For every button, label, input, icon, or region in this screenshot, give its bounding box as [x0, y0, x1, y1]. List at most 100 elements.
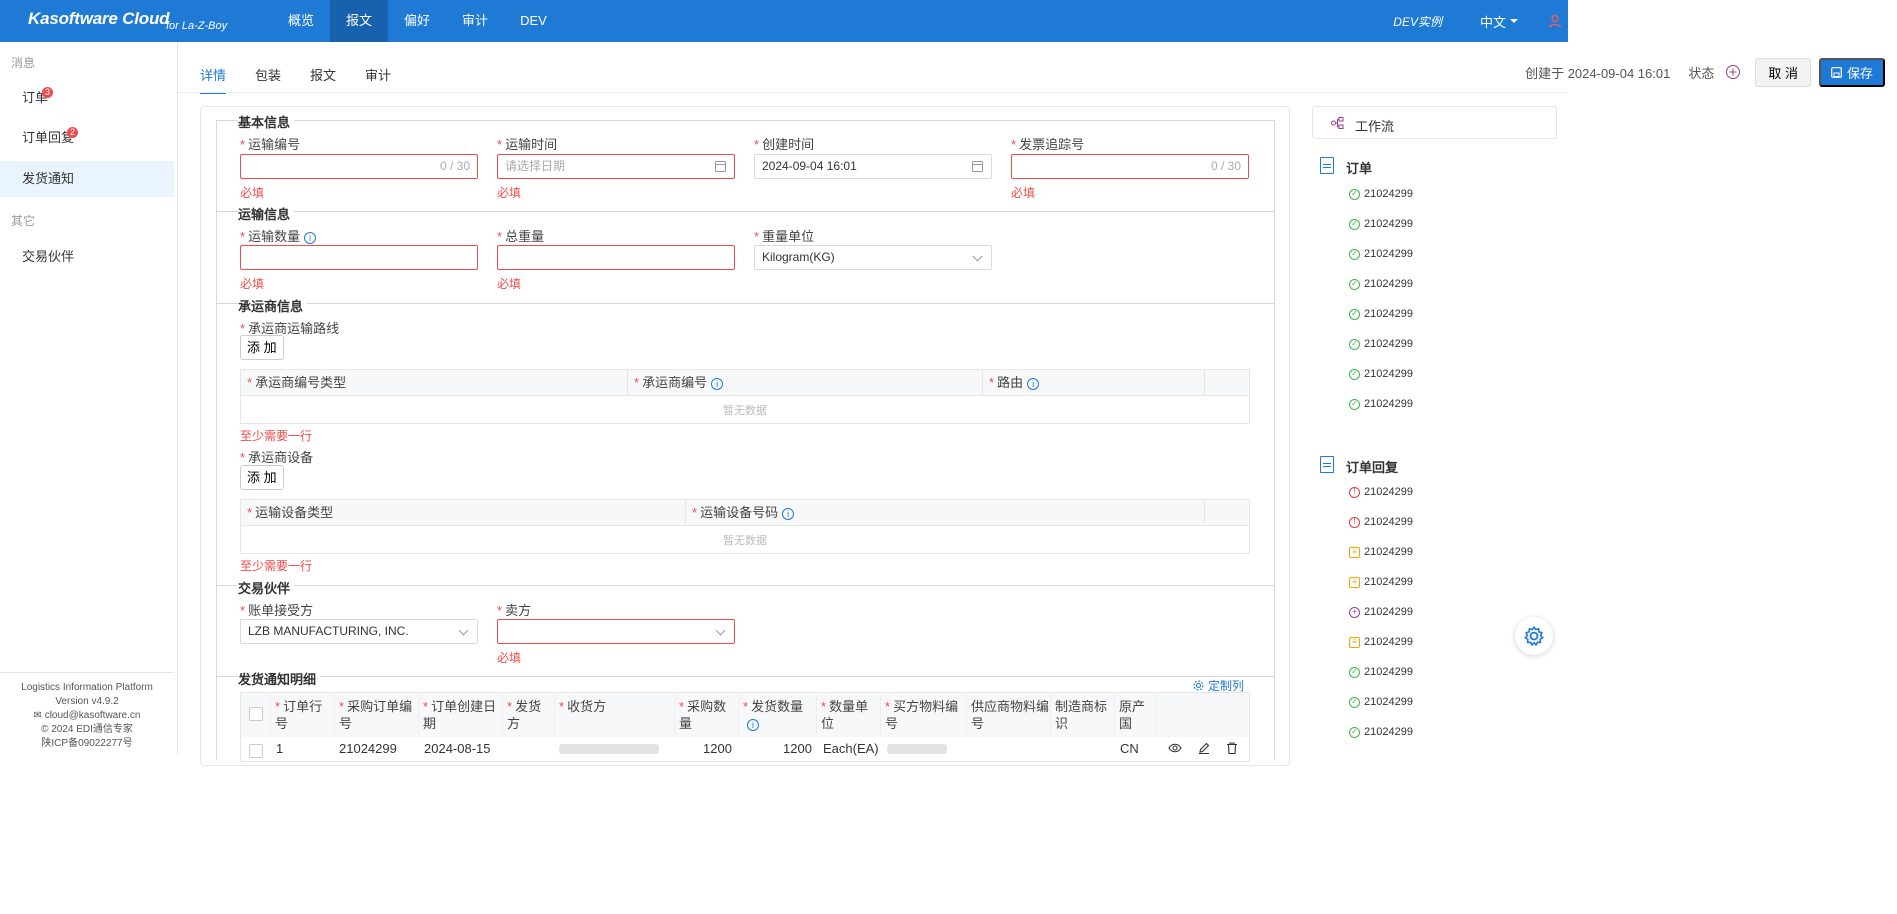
workflow-item-id: 21024299 — [1364, 218, 1413, 230]
language-switcher[interactable]: 中文 — [1480, 12, 1518, 31]
document-icon — [1320, 456, 1334, 473]
save-icon — [1831, 66, 1842, 78]
nav-messages[interactable]: 报文 — [330, 0, 389, 42]
edit-icon[interactable] — [1197, 742, 1211, 754]
col-select — [241, 693, 271, 737]
quantity-input[interactable] — [240, 245, 478, 270]
workflow-order-item[interactable]: ✓ 21024299 — [1349, 188, 1413, 200]
brand-logo[interactable]: Kasoftware Cloud — [28, 9, 170, 29]
quantity-error: 必填 — [240, 277, 265, 291]
workflow-reply-item[interactable]: ✓ 21024299 — [1349, 666, 1413, 678]
eye-icon[interactable] — [1168, 742, 1182, 754]
total-weight-input[interactable] — [497, 245, 735, 270]
workflow-item-id: 21024299 — [1364, 726, 1413, 738]
workflow-item-id: 21024299 — [1364, 398, 1413, 410]
bill-to-select[interactable]: LZB MANUFACTURING, INC. — [240, 619, 478, 644]
fieldset-carrier — [216, 303, 1275, 304]
shipment-no-label: * 运输编号 — [240, 137, 301, 152]
sidebar-item-partners[interactable]: 交易伙伴 — [0, 239, 174, 275]
select-all-checkbox[interactable] — [249, 707, 263, 721]
email-link[interactable]: cloud@kasoftware.cn — [45, 710, 141, 721]
tab-details[interactable]: 详情 — [200, 54, 227, 94]
save-button[interactable]: 保存 — [1818, 57, 1885, 87]
sidebar-item-ship-notice[interactable]: 发货通知 — [0, 161, 174, 197]
invoice-track-error: 必填 — [1011, 186, 1036, 200]
info-icon[interactable]: i — [747, 719, 759, 731]
workflow-order-item[interactable]: ✓ 21024299 — [1349, 368, 1413, 380]
equipment-row-error: 至少需要一行 — [240, 559, 313, 573]
ship-notice-detail-table: * 订单行号 * 采购订单编号 * 订单创建日期 * 发货方 * 收货方 * 采购数量 * 发… — [240, 692, 1250, 762]
settings-float-button[interactable] — [1515, 617, 1553, 655]
sidebar-group-messages: 消息 — [11, 56, 36, 70]
sidebar-item-order-replies[interactable]: 订单回复 2 — [0, 120, 174, 156]
document-icon — [1320, 157, 1334, 174]
workflow-reply-item[interactable]: ≡ 21024299 — [1349, 576, 1413, 588]
user-icon[interactable] — [1548, 14, 1562, 28]
workflow-order-item[interactable]: ✓ 21024299 — [1349, 218, 1413, 230]
col-vendor-part: 供应商物料编号 — [967, 693, 1051, 737]
workflow-reply-item[interactable]: ! 21024299 — [1349, 516, 1413, 528]
char-counter: 0 / 30 — [439, 159, 470, 173]
col-po-number: * 采购订单编号 — [335, 693, 419, 737]
redacted-ship-to — [559, 744, 659, 754]
tab-message[interactable]: 报文 — [310, 54, 336, 90]
warning-icon: ≡ — [1349, 546, 1360, 558]
workflow-icon — [1331, 117, 1344, 129]
tab-audit[interactable]: 审计 — [365, 54, 391, 90]
icp-link[interactable]: 陕ICP备09022277号 — [0, 737, 174, 751]
workflow-reply-item[interactable]: ✓ 21024299 — [1349, 696, 1413, 708]
ship-time-datepicker[interactable]: 请选择日期 — [497, 154, 735, 179]
weight-unit-label: * 重量单位 — [754, 229, 815, 244]
workflow-reply-item[interactable]: +21024299 — [1349, 606, 1413, 618]
create-time-label: * 创建时间 — [754, 137, 815, 152]
nav-preferences[interactable]: 偏好 — [388, 0, 446, 42]
fieldset-basic — [216, 120, 1275, 121]
fieldset-border-right — [1274, 120, 1275, 760]
workflow-order-item[interactable]: ✓ 21024299 — [1349, 248, 1413, 260]
invoice-track-input[interactable]: 0 / 30 — [1011, 154, 1249, 179]
check-circle-icon: ✓ — [1349, 696, 1360, 708]
instance-label[interactable]: DEV实例 — [1393, 13, 1442, 30]
workflow-order-item[interactable]: ✓ 21024299 — [1349, 308, 1413, 320]
workflow-item-id: 21024299 — [1364, 278, 1413, 290]
add-equipment-button[interactable]: 添 加 — [240, 465, 284, 490]
sidebar-item-orders[interactable]: 订单 3 — [0, 80, 174, 116]
top-right-controls: DEV实例 中文 — [1393, 0, 1568, 42]
info-icon[interactable]: i — [304, 232, 317, 244]
info-icon[interactable]: i — [1027, 378, 1040, 390]
tabs-divider — [178, 92, 1568, 93]
warning-icon: ≡ — [1349, 636, 1360, 648]
workflow-reply-item[interactable]: ≡ 21024299 — [1349, 546, 1413, 558]
workflow-order-item[interactable]: ✓ 21024299 — [1349, 278, 1413, 290]
workflow-reply-item[interactable]: ✓ 21024299 — [1349, 726, 1413, 738]
info-icon[interactable]: i — [782, 508, 795, 520]
cancel-button[interactable]: 取 消 — [1755, 57, 1811, 87]
workflow-reply-item[interactable]: ! 21024299 — [1349, 486, 1413, 498]
row-checkbox[interactable] — [249, 744, 263, 758]
workflow-item-id: 21024299 — [1364, 338, 1413, 350]
create-time-datepicker[interactable]: 2024-09-04 16:01 — [754, 154, 992, 179]
carrier-equipment-table: * 运输设备类型 * 运输设备号码 i 暂无数据 — [240, 499, 1250, 554]
count-badge: 2 — [67, 127, 78, 138]
workflow-reply-item[interactable]: ≡ 21024299 — [1349, 636, 1413, 648]
nav-audit[interactable]: 审计 — [446, 0, 504, 42]
workflow-order-item[interactable]: ✓ 21024299 — [1349, 398, 1413, 410]
weight-unit-select[interactable]: Kilogram(KG) — [754, 245, 992, 270]
warning-icon: ≡ — [1349, 576, 1360, 588]
brand-subtitle: for La-Z-Boy — [166, 20, 228, 32]
nav-overview[interactable]: 概览 — [272, 0, 330, 42]
col-carrier-id-type: * 承运商编号类型 — [241, 370, 628, 396]
add-status-icon[interactable] — [1726, 65, 1741, 79]
workflow-panel: 工作流 — [1312, 106, 1557, 139]
info-icon[interactable]: i — [711, 378, 724, 390]
delete-icon[interactable] — [1225, 742, 1239, 754]
seller-select[interactable] — [497, 619, 735, 644]
mail-icon: ✉ — [33, 710, 42, 721]
gear-icon — [1524, 626, 1544, 646]
shipment-no-input[interactable]: 0 / 30 — [240, 154, 478, 179]
tab-packaging[interactable]: 包装 — [255, 54, 281, 90]
nav-dev[interactable]: DEV — [504, 0, 563, 42]
workflow-item-id: 21024299 — [1364, 606, 1413, 618]
workflow-order-item[interactable]: ✓ 21024299 — [1349, 338, 1413, 350]
add-route-button[interactable]: 添 加 — [240, 335, 284, 360]
